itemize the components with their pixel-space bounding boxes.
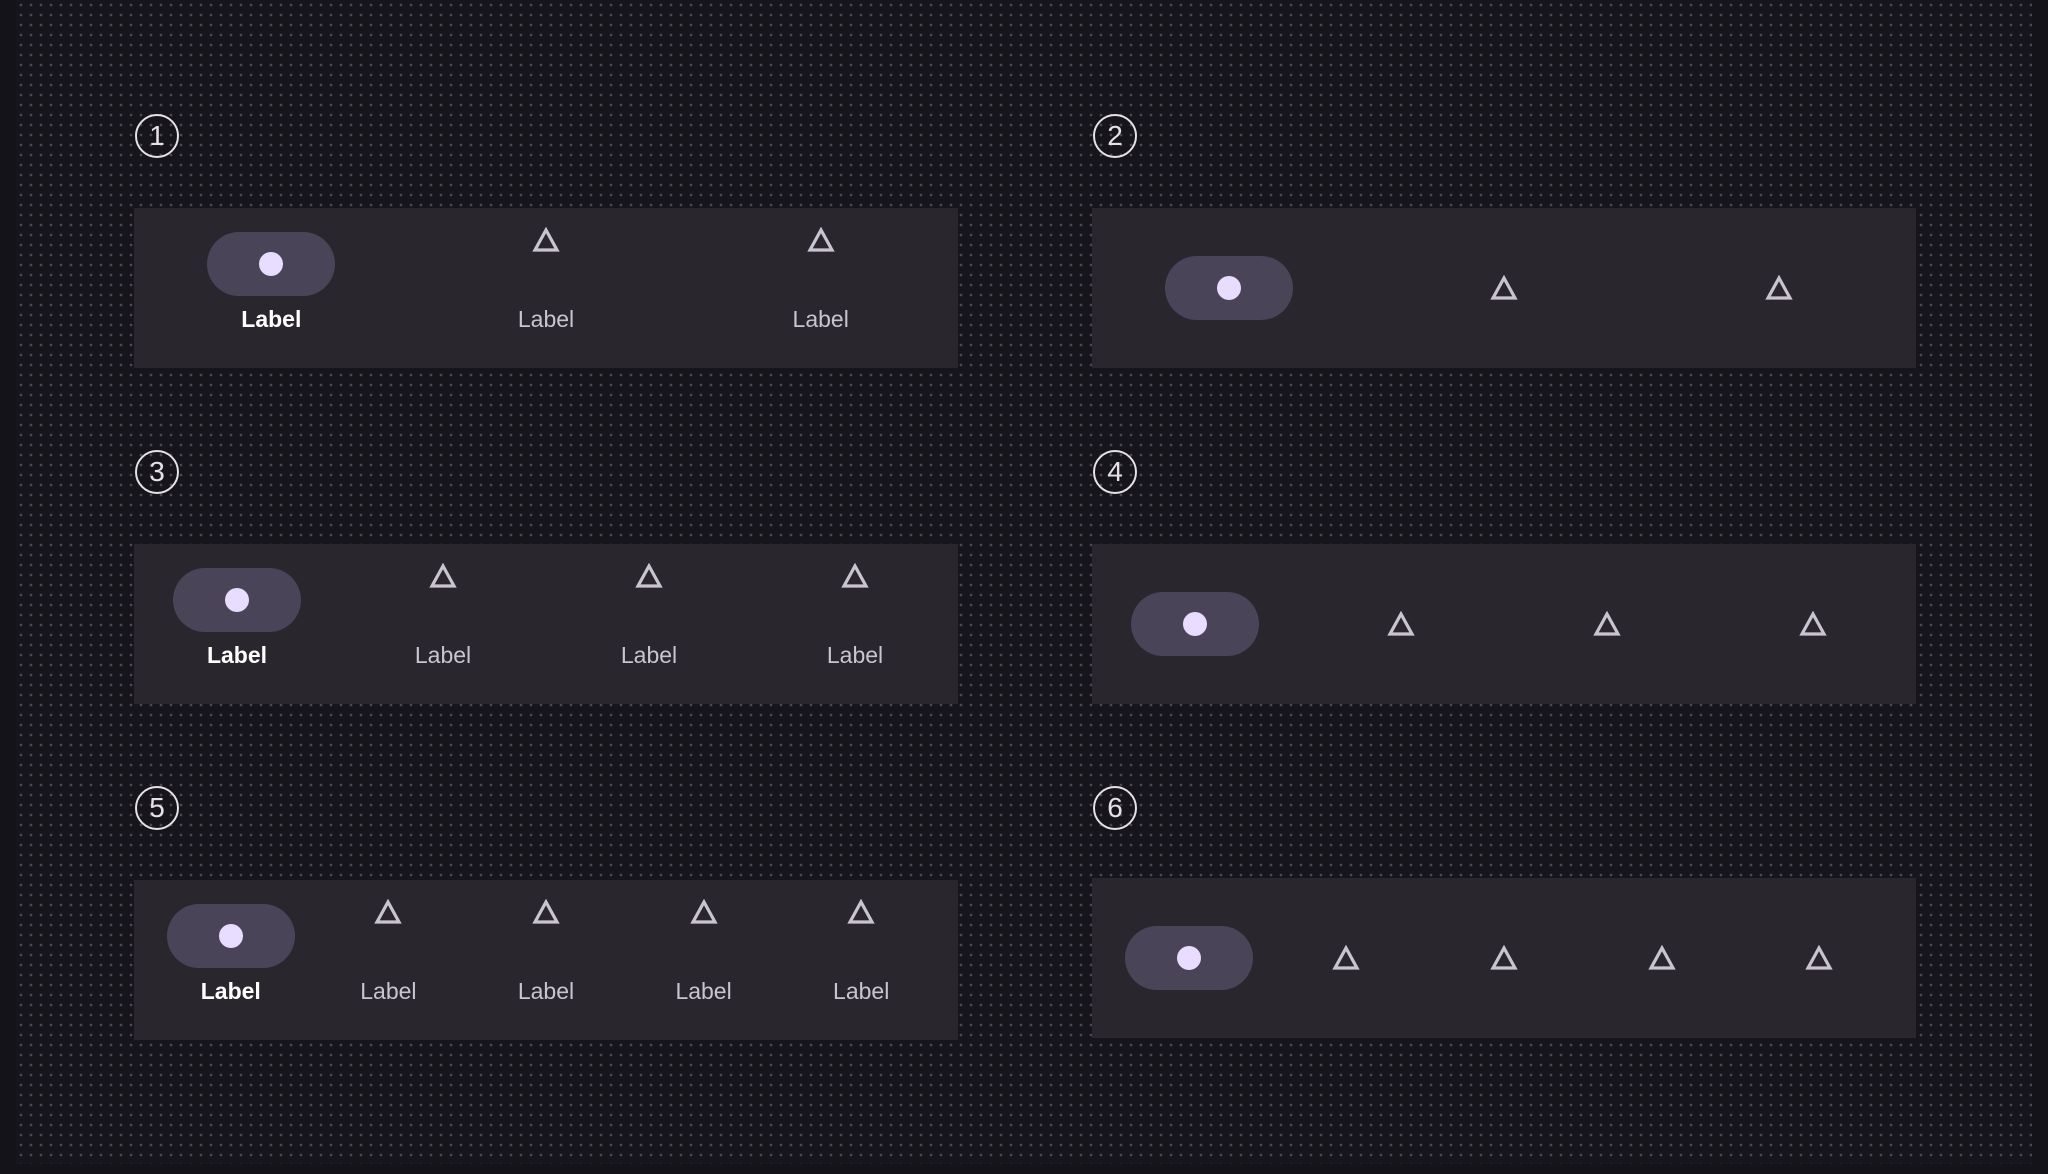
navigation-bar-1: Label Label Label bbox=[134, 208, 958, 368]
active-indicator bbox=[207, 232, 336, 296]
active-dot-icon bbox=[259, 252, 284, 276]
nav-item-4[interactable] bbox=[1710, 544, 1916, 704]
navigation-bar-3: Label Label Label Label bbox=[134, 544, 958, 704]
nav-item-label: Label bbox=[414, 642, 472, 668]
triangle-icon bbox=[1593, 611, 1621, 636]
nav-item-label: Label bbox=[206, 642, 268, 668]
active-indicator bbox=[1124, 926, 1253, 990]
nav-item-5[interactable]: Label bbox=[782, 880, 940, 1040]
triangle-icon bbox=[635, 563, 663, 588]
navigation-bar-5: Label Label Label Label Label bbox=[134, 880, 958, 1040]
navigation-bar-6 bbox=[1092, 878, 1916, 1038]
triangle-icon bbox=[374, 899, 403, 924]
variant-number-badge: 1 bbox=[135, 114, 179, 158]
nav-item-label: Label bbox=[200, 978, 261, 1004]
variant-number-badge: 3 bbox=[135, 450, 179, 494]
active-indicator bbox=[166, 904, 295, 968]
triangle-icon bbox=[847, 899, 875, 924]
nav-item-4[interactable] bbox=[1583, 878, 1741, 1038]
triangle-icon bbox=[806, 227, 835, 252]
triangle-icon bbox=[1387, 611, 1415, 636]
nav-item-5[interactable] bbox=[1740, 878, 1898, 1038]
active-dot-icon bbox=[1183, 612, 1207, 636]
active-dot-icon bbox=[225, 588, 249, 612]
active-dot-icon bbox=[1217, 276, 1242, 300]
nav-item-label: Label bbox=[833, 978, 890, 1004]
active-indicator bbox=[1165, 256, 1294, 320]
triangle-icon bbox=[1490, 275, 1518, 300]
triangle-icon bbox=[1332, 945, 1361, 970]
triangle-icon bbox=[841, 563, 869, 588]
nav-item-4[interactable]: Label bbox=[752, 544, 958, 704]
nav-item-1[interactable]: Label bbox=[152, 880, 310, 1040]
nav-item-3[interactable]: Label bbox=[683, 208, 958, 368]
navigation-bar-2 bbox=[1092, 208, 1916, 368]
nav-item-2[interactable] bbox=[1367, 208, 1642, 368]
nav-item-1[interactable]: Label bbox=[134, 208, 409, 368]
triangle-icon bbox=[532, 227, 560, 252]
triangle-icon bbox=[1799, 611, 1827, 636]
nav-item-2[interactable]: Label bbox=[310, 880, 468, 1040]
nav-item-3[interactable] bbox=[1425, 878, 1583, 1038]
nav-item-3[interactable] bbox=[1641, 208, 1916, 368]
navigation-bar-4 bbox=[1092, 544, 1916, 704]
nav-item-1[interactable]: Label bbox=[134, 544, 340, 704]
nav-item-label: Label bbox=[517, 306, 575, 332]
nav-item-3[interactable]: Label bbox=[467, 880, 625, 1040]
nav-item-1[interactable] bbox=[1110, 878, 1268, 1038]
triangle-icon bbox=[1490, 945, 1518, 970]
active-dot-icon bbox=[1176, 946, 1201, 970]
variant-number-badge: 6 bbox=[1093, 786, 1137, 830]
variant-number-badge: 5 bbox=[135, 786, 179, 830]
nav-item-4[interactable]: Label bbox=[625, 880, 783, 1040]
triangle-icon bbox=[689, 899, 718, 924]
nav-item-3[interactable] bbox=[1504, 544, 1710, 704]
triangle-icon bbox=[1764, 275, 1793, 300]
triangle-icon bbox=[1647, 945, 1676, 970]
nav-item-2[interactable] bbox=[1298, 544, 1504, 704]
nav-item-label: Label bbox=[241, 306, 302, 332]
nav-item-2[interactable]: Label bbox=[340, 544, 546, 704]
active-indicator bbox=[1131, 592, 1259, 656]
variant-number-badge: 2 bbox=[1093, 114, 1137, 158]
nav-item-2[interactable]: Label bbox=[409, 208, 684, 368]
nav-item-label: Label bbox=[675, 978, 732, 1004]
triangle-icon bbox=[532, 899, 560, 924]
nav-item-label: Label bbox=[620, 642, 678, 668]
nav-item-1[interactable] bbox=[1092, 208, 1367, 368]
nav-item-2[interactable] bbox=[1268, 878, 1426, 1038]
nav-item-1[interactable] bbox=[1092, 544, 1298, 704]
variant-number-badge: 4 bbox=[1093, 450, 1137, 494]
nav-item-label: Label bbox=[360, 978, 417, 1004]
nav-item-label: Label bbox=[792, 306, 849, 332]
triangle-icon bbox=[1805, 945, 1833, 970]
nav-item-label: Label bbox=[517, 978, 575, 1004]
nav-item-3[interactable]: Label bbox=[546, 544, 752, 704]
active-dot-icon bbox=[218, 924, 243, 948]
active-indicator bbox=[173, 568, 301, 632]
nav-item-label: Label bbox=[826, 642, 884, 668]
triangle-icon bbox=[429, 563, 457, 588]
